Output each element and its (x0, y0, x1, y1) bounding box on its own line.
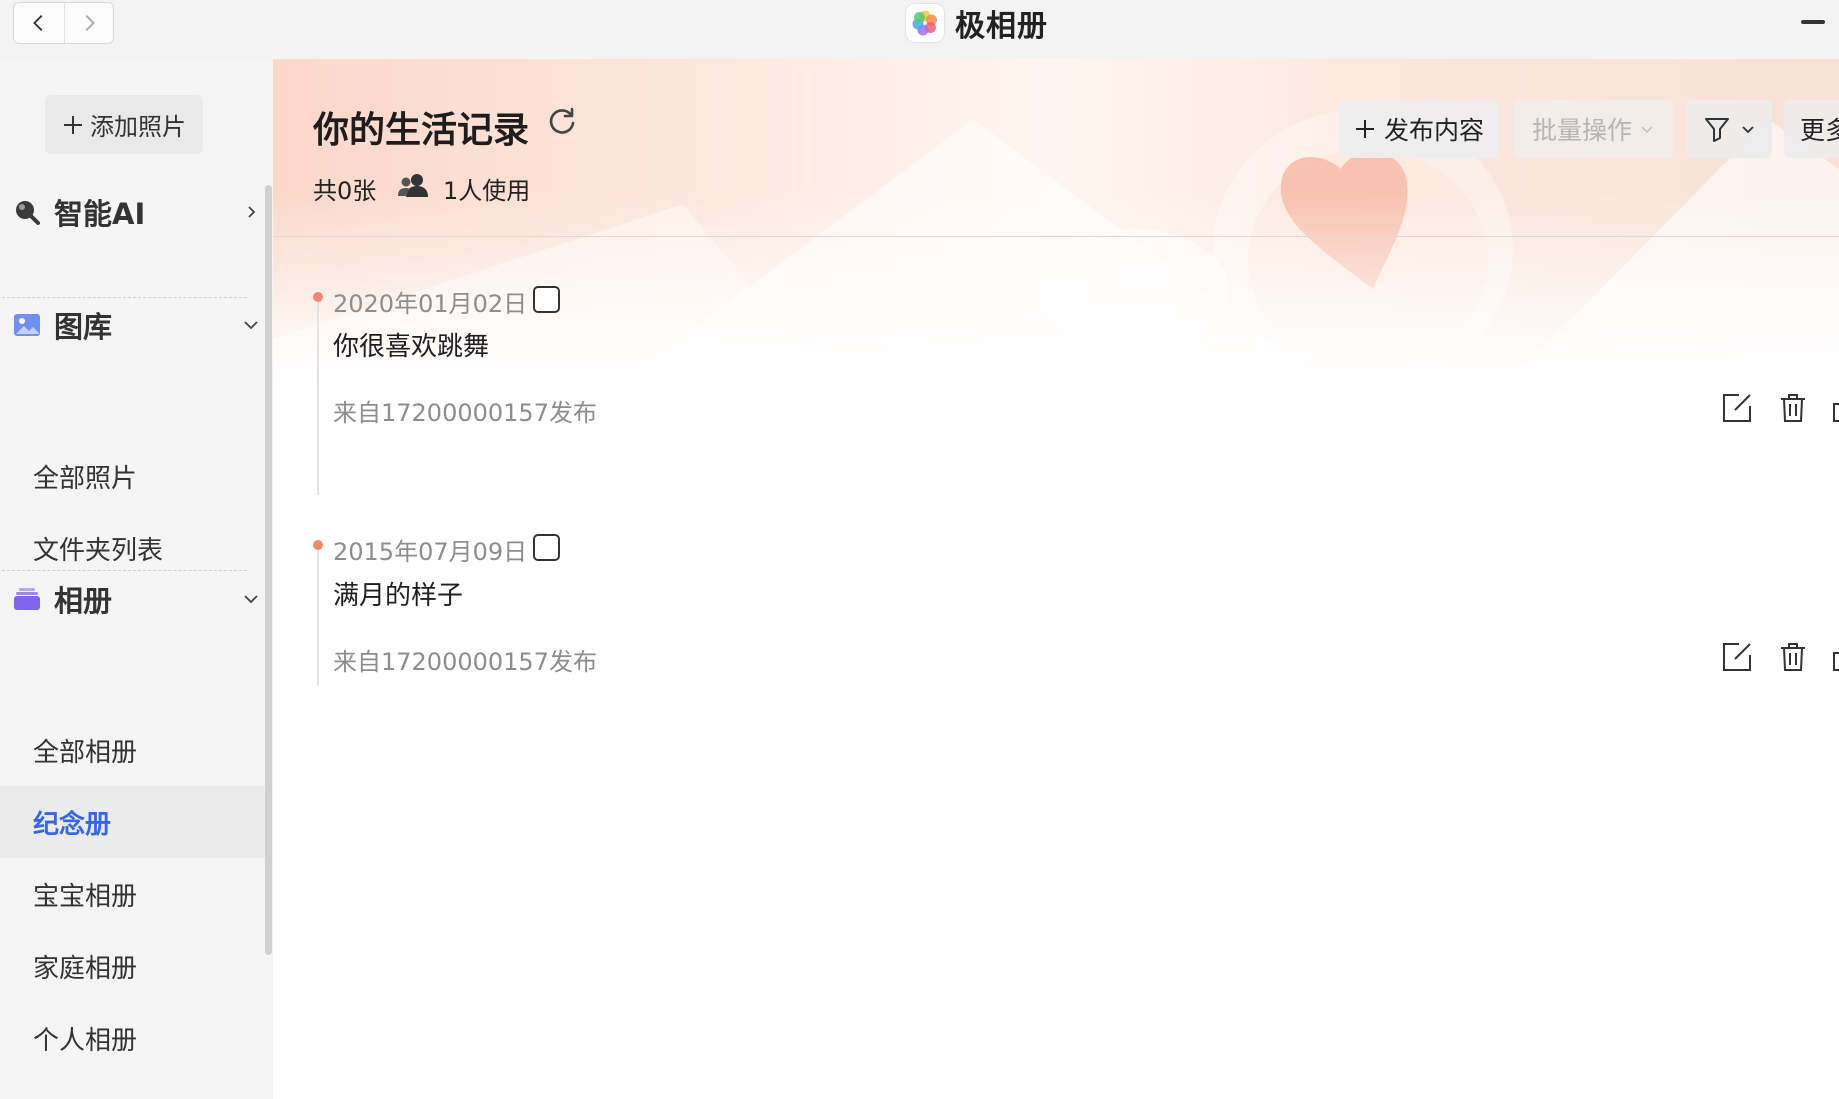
sidebar-item-family-album[interactable]: 家庭相册 (0, 930, 265, 1002)
app-title: 极相册 (905, 2, 1048, 44)
publish-button[interactable]: 发布内容 (1339, 100, 1499, 158)
share-icon[interactable] (1832, 641, 1839, 673)
users-icon (398, 174, 428, 197)
edit-icon[interactable] (1721, 392, 1753, 424)
chevron-down-icon (1641, 126, 1653, 134)
sidebar-section-label: 智能AI (54, 197, 146, 231)
chevron-down-icon (1742, 126, 1754, 134)
batch-operations-button[interactable]: 批量操作 (1513, 100, 1673, 158)
navigation-buttons (13, 2, 114, 44)
plus-icon (64, 115, 82, 134)
delete-icon[interactable] (1777, 392, 1809, 424)
delete-icon[interactable] (1777, 641, 1809, 673)
entry-date: 2020年01月02日 (333, 290, 528, 318)
entry-source: 来自17200000157发布 (333, 648, 597, 676)
more-label: 更多 (1800, 116, 1839, 145)
entry-text: 满月的样子 (333, 581, 464, 611)
sidebar-section-ai[interactable]: 智能AI (12, 187, 262, 237)
page-title: 你的生活记录 (313, 110, 530, 151)
app-logo-icon (905, 3, 945, 43)
user-count: 1人使用 (443, 177, 531, 205)
batch-label: 批量操作 (1531, 116, 1632, 145)
chevron-down-icon (240, 588, 262, 610)
sidebar-item-memorial-album[interactable]: 纪念册 (0, 786, 265, 858)
sidebar: 添加照片 智能AI 图库 全部照片 文件夹列表 相册 全部相册 纪念册 宝宝相册… (0, 59, 273, 1099)
entry-text: 你很喜欢跳舞 (333, 332, 490, 362)
main-content: 你的生活记录 共0张 1人使用 发布内容 批量操作 更多 2020年01月02日… (273, 59, 1839, 1099)
album-icon (12, 584, 42, 614)
entry-source: 来自17200000157发布 (333, 399, 597, 427)
photo-count: 共0张 (313, 177, 377, 205)
entry-date: 2015年07月09日 (333, 538, 528, 566)
add-photo-button[interactable]: 添加照片 (45, 95, 203, 154)
forward-button[interactable] (63, 3, 114, 43)
sidebar-item-all-photos[interactable]: 全部照片 (0, 440, 265, 512)
back-button[interactable] (14, 3, 64, 43)
entry-checkbox[interactable] (533, 286, 560, 313)
sidebar-divider (2, 570, 247, 571)
share-icon[interactable] (1832, 392, 1839, 424)
sidebar-section-label: 相册 (54, 584, 113, 618)
timeline-line (317, 544, 319, 686)
timeline-dot (313, 292, 323, 302)
title-bar: 极相册 (0, 0, 1839, 59)
timeline-line (317, 296, 319, 495)
chevron-left-icon (32, 15, 43, 31)
sidebar-section-albums[interactable]: 相册 (12, 574, 262, 624)
plus-icon (1355, 120, 1374, 138)
gallery-icon (12, 310, 42, 340)
filter-icon (1705, 118, 1729, 142)
refresh-icon[interactable] (545, 104, 579, 138)
entry-checkbox[interactable] (533, 534, 560, 561)
filter-button[interactable] (1686, 100, 1772, 158)
publish-label: 发布内容 (1383, 116, 1484, 145)
sidebar-item-baby-album[interactable]: 宝宝相册 (0, 858, 265, 930)
sidebar-item-all-albums[interactable]: 全部相册 (0, 714, 265, 786)
chevron-right-icon (85, 15, 95, 31)
app-name: 极相册 (955, 9, 1048, 44)
minimize-button[interactable] (1801, 20, 1825, 24)
add-photo-label: 添加照片 (90, 113, 186, 141)
sidebar-section-label: 图库 (54, 310, 113, 344)
more-button[interactable]: 更多 (1784, 100, 1839, 158)
ai-search-icon (12, 197, 42, 227)
sidebar-scrollbar[interactable] (265, 185, 272, 955)
edit-icon[interactable] (1721, 641, 1753, 673)
sidebar-section-gallery[interactable]: 图库 (12, 300, 262, 350)
chevron-down-icon (240, 314, 262, 336)
sidebar-divider (2, 297, 247, 298)
header-divider (273, 236, 1839, 237)
timeline-dot (313, 540, 323, 550)
chevron-right-icon (240, 201, 262, 223)
sidebar-item-personal-album[interactable]: 个人相册 (0, 1002, 265, 1074)
